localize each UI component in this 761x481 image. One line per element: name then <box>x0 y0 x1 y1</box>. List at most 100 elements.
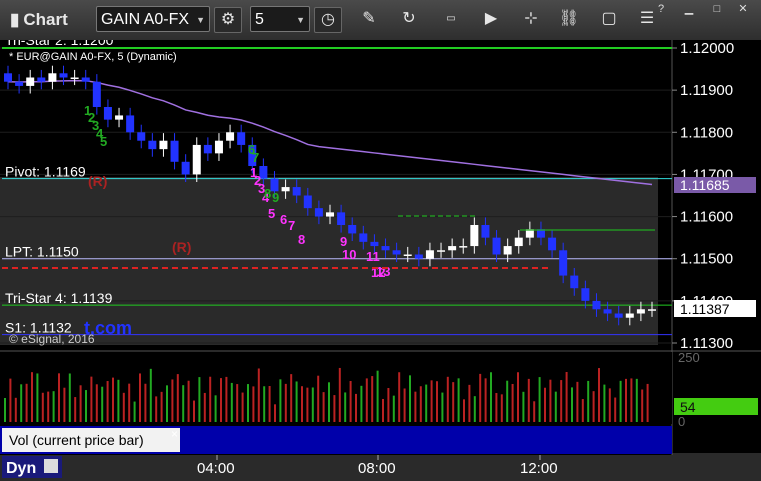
volume-bar <box>468 384 471 422</box>
candle-body <box>81 77 90 82</box>
volume-bar <box>155 396 158 422</box>
volume-bar <box>387 388 390 422</box>
level-label-tristar4: Tri-Star 4: 1.1139 <box>5 290 113 306</box>
volume-bar <box>484 378 487 422</box>
volume-bar <box>608 388 611 422</box>
candle-body <box>348 225 357 234</box>
r-marker: (R) <box>88 173 107 189</box>
close-study-icon[interactable]: × <box>171 427 178 441</box>
candle-body <box>470 225 479 247</box>
volume-bar <box>203 392 206 422</box>
ticket-icon[interactable]: ▭ <box>438 7 464 31</box>
settings-gear-icon[interactable]: ⚙ <box>214 7 242 33</box>
volume-bar <box>112 377 114 422</box>
candle-body <box>292 187 301 196</box>
play-icon[interactable]: ▶ <box>478 7 504 31</box>
td-count-magenta: 8 <box>298 232 305 247</box>
volume-bar <box>522 391 525 422</box>
candle-body <box>459 246 468 248</box>
tools-icon[interactable]: ⊹ <box>518 7 544 31</box>
volume-bar <box>587 380 590 422</box>
volume-bar <box>166 385 168 422</box>
candle-body <box>392 250 401 255</box>
candle-body <box>126 115 135 133</box>
volume-current-label: 54 <box>680 399 696 415</box>
volume-bar <box>441 392 444 422</box>
volume-bar <box>576 381 579 422</box>
td-count-magenta: 10 <box>342 247 356 262</box>
td-count-magenta: 7 <box>288 218 295 233</box>
volume-bar <box>74 397 77 422</box>
price-tick-label: 1.11800 <box>680 124 733 141</box>
volume-bar <box>436 381 438 422</box>
volume-bar <box>52 391 55 422</box>
candle-body <box>403 254 412 256</box>
clock-icon[interactable]: ◷ <box>314 7 342 33</box>
volume-bar <box>592 391 595 422</box>
candle-body <box>492 237 501 255</box>
volume-bar <box>176 374 179 422</box>
refresh-icon[interactable]: ↻ <box>396 7 422 31</box>
volume-bar <box>25 383 28 422</box>
minimize-icon[interactable]: ▁ <box>680 2 698 16</box>
candle-body <box>414 254 423 259</box>
td-count-magenta: 13 <box>376 264 390 279</box>
interval-selector[interactable]: 5 ▼ <box>250 6 310 32</box>
candle-body <box>636 309 645 314</box>
volume-bar <box>479 373 482 422</box>
volume-bar <box>63 387 66 422</box>
candle-body <box>159 140 168 150</box>
volume-bar <box>68 373 71 422</box>
volume-bar <box>538 377 541 422</box>
volume-bar <box>382 398 384 422</box>
level-label-lpt: LPT: 1.1150 <box>5 244 79 260</box>
candle-body <box>314 208 323 217</box>
close-icon[interactable]: ✕ <box>734 2 752 16</box>
help-button[interactable]: ? <box>652 2 670 16</box>
volume-bar <box>14 397 17 422</box>
td-count-green: 9 <box>272 190 279 205</box>
volume-bar <box>517 372 519 422</box>
volume-bar <box>198 377 201 422</box>
volume-bar <box>209 376 212 422</box>
volume-bar <box>414 391 417 422</box>
volume-bar <box>144 383 147 422</box>
volume-bar <box>430 380 433 422</box>
lock-icon[interactable] <box>44 459 58 473</box>
current-price-label: 1.11387 <box>680 301 730 317</box>
volume-bar <box>193 400 195 422</box>
symbol-selector[interactable]: GAIN A0-FX ▼ <box>96 6 210 32</box>
candle-body <box>437 250 446 252</box>
candle-body <box>59 73 68 78</box>
candle-body <box>103 107 112 120</box>
chat-icon[interactable]: ▢ <box>596 7 622 31</box>
volume-bar <box>544 387 546 422</box>
candle-body <box>370 241 379 247</box>
volume-bar <box>95 384 98 422</box>
volume-bar <box>101 386 104 422</box>
volume-bar <box>317 375 320 422</box>
price-chart[interactable]: 1.120001.119001.118001.117001.116001.115… <box>0 40 761 481</box>
volume-bar <box>79 385 82 422</box>
volume-bar <box>220 378 222 422</box>
candle-body <box>448 246 457 251</box>
volume-bar <box>290 374 293 422</box>
volume-bar <box>495 393 498 422</box>
candle-body <box>514 237 523 247</box>
volume-bar <box>371 376 374 422</box>
volume-bar <box>338 367 341 422</box>
chevron-down-icon: ▼ <box>296 15 305 25</box>
pencil-draw-icon[interactable]: ✎ <box>356 7 382 31</box>
volume-bar <box>565 371 568 422</box>
volume-bar <box>284 383 287 422</box>
time-tick-label: 12:00 <box>520 460 558 477</box>
volume-bar <box>36 373 39 422</box>
volume-bar <box>446 376 449 422</box>
volume-bar <box>473 396 476 422</box>
volume-bar <box>122 392 125 422</box>
volume-bar <box>603 384 606 422</box>
link-icon[interactable]: ⛓ <box>556 7 582 31</box>
level-label-pivot: Pivot: 1.1169 <box>5 164 86 180</box>
volume-bar <box>490 372 492 422</box>
maximize-icon[interactable]: □ <box>708 2 726 16</box>
